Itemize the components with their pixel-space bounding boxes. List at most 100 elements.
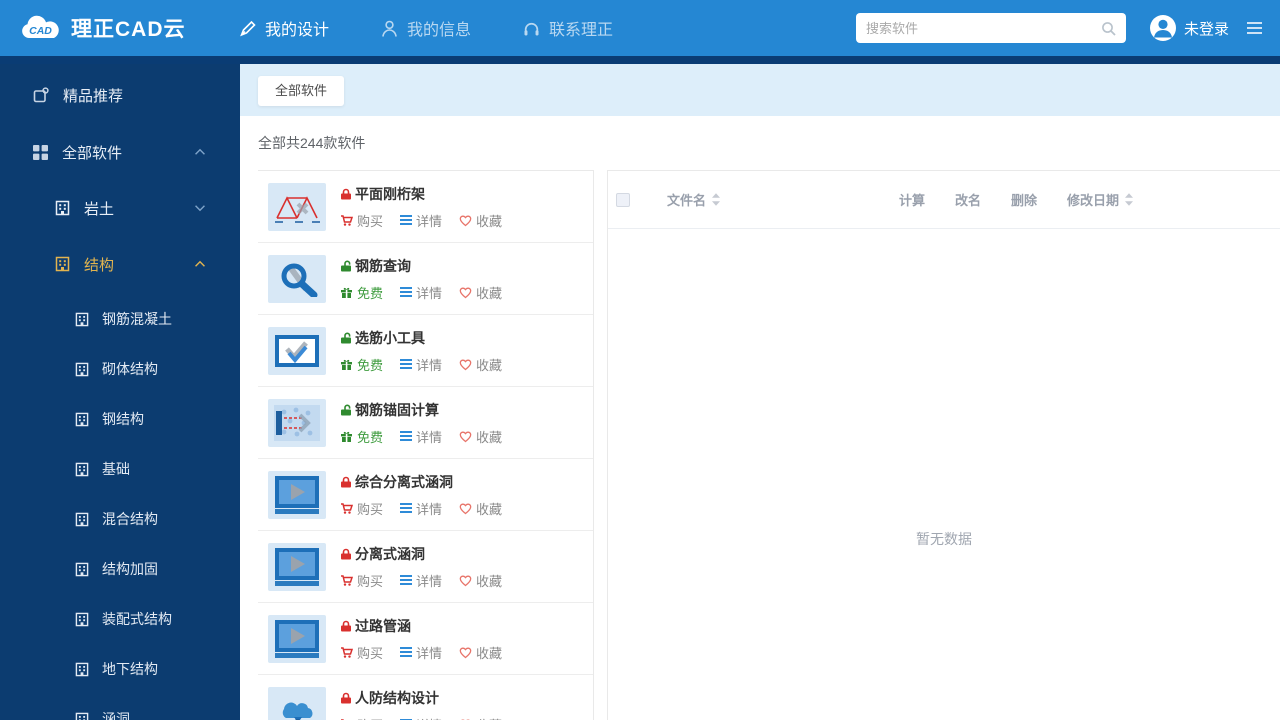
file-table: 文件名 计算 改名 删除 修改日期 暂无数据: [607, 170, 1280, 720]
avatar-person-icon: [1153, 19, 1172, 38]
sidebar-sub-masonry[interactable]: 砌体结构: [0, 344, 240, 394]
column-rename: 改名: [954, 193, 981, 208]
sidebar-sub-foundation[interactable]: 基础: [0, 444, 240, 494]
nav-my-designs[interactable]: 我的设计: [238, 16, 329, 40]
sidebar-category-geotech[interactable]: 岩土: [0, 186, 240, 230]
sidebar-sub-steel[interactable]: 钢结构: [0, 394, 240, 444]
sort-icon[interactable]: [1125, 193, 1133, 206]
cart-icon: [340, 647, 353, 658]
software-item-rebar-query[interactable]: 钢筋查询 免费 详情 收藏: [258, 243, 593, 315]
software-name: 人防结构设计: [355, 689, 439, 706]
tab-all-software[interactable]: 全部软件: [258, 76, 345, 106]
cloud-structure-icon: [282, 702, 313, 720]
buy-button[interactable]: 购买: [340, 499, 383, 518]
favorite-button[interactable]: 收藏: [459, 571, 502, 590]
free-button[interactable]: 免费: [340, 355, 383, 374]
detail-button[interactable]: 详情: [400, 355, 442, 374]
favorite-button[interactable]: 收藏: [459, 715, 502, 720]
lock-open-icon: [340, 331, 352, 344]
headset-icon: [523, 22, 540, 36]
building-icon: [75, 612, 89, 627]
sidebar-sub-label: 装配式结构: [102, 611, 172, 627]
detail-list-icon: [400, 431, 413, 441]
nav-label: 联系理正: [549, 22, 614, 39]
sidebar: 精品推荐 全部软件 岩土 结构 钢筋混凝土 砌体结构 钢结构 基础 混合结构 结…: [0, 64, 240, 720]
heart-icon: [459, 215, 472, 226]
software-item-plane-truss[interactable]: 平面刚桁架 购买 详情 收藏: [258, 171, 593, 243]
select-all-checkbox[interactable]: [616, 192, 630, 207]
sidebar-item-all-software[interactable]: 全部软件: [0, 130, 240, 174]
buy-button[interactable]: 购买: [340, 211, 383, 230]
gift-icon: [341, 431, 352, 442]
detail-button[interactable]: 详情: [400, 715, 442, 720]
detail-button[interactable]: 详情: [400, 499, 442, 518]
heart-icon: [459, 575, 472, 586]
cart-icon: [340, 575, 353, 586]
pen-icon: [240, 20, 256, 36]
app-logo[interactable]: CAD 理正CAD云: [0, 13, 230, 43]
building-icon: [75, 412, 89, 427]
software-thumbnail: [268, 614, 326, 663]
nav-my-info[interactable]: 我的信息: [381, 16, 471, 40]
software-item-pipe-culvert[interactable]: 过路管涵 购买 详情 收藏: [258, 603, 593, 675]
sidebar-sub-label: 地下结构: [102, 661, 158, 677]
sidebar-sub-label: 钢结构: [102, 411, 144, 427]
nav-contact[interactable]: 联系理正: [523, 16, 613, 40]
monitor-arrow-icon: [274, 475, 320, 514]
building-icon: [75, 462, 89, 477]
sidebar-sub-reinforcement[interactable]: 结构加固: [0, 544, 240, 594]
software-item-rebar-tool[interactable]: 选筋小工具 免费 详情 收藏: [258, 315, 593, 387]
free-button[interactable]: 免费: [340, 283, 383, 302]
detail-button[interactable]: 详情: [400, 283, 442, 302]
software-item-anchorage-calc[interactable]: 钢筋锚固计算 免费 详情 收藏: [258, 387, 593, 459]
detail-button[interactable]: 详情: [400, 571, 442, 590]
software-thumbnail: [268, 470, 326, 519]
lock-closed-icon: [340, 188, 352, 200]
column-modified-date[interactable]: 修改日期: [1067, 190, 1133, 209]
detail-button[interactable]: 详情: [400, 427, 442, 446]
favorite-button[interactable]: 收藏: [459, 427, 502, 446]
software-item-combined-culvert[interactable]: 综合分离式涵洞 购买 详情 收藏: [258, 459, 593, 531]
sidebar-sub-mixed[interactable]: 混合结构: [0, 494, 240, 544]
building-icon: [75, 562, 89, 577]
sidebar-sub-label: 砌体结构: [102, 361, 158, 377]
buy-button[interactable]: 购买: [340, 643, 383, 662]
sidebar-sub-underground[interactable]: 地下结构: [0, 644, 240, 694]
tab-strip: 全部软件: [240, 64, 1280, 116]
cart-icon: [340, 215, 353, 226]
favorite-button[interactable]: 收藏: [459, 355, 502, 374]
favorite-button[interactable]: 收藏: [459, 643, 502, 662]
avatar: [1149, 15, 1176, 41]
column-filename[interactable]: 文件名: [667, 190, 721, 209]
detail-button[interactable]: 详情: [400, 643, 442, 662]
search-box[interactable]: [855, 13, 1126, 43]
sidebar-sub-prefab[interactable]: 装配式结构: [0, 594, 240, 644]
search-input[interactable]: [865, 20, 1101, 36]
buy-button[interactable]: 购买: [340, 571, 383, 590]
software-thumbnail: [268, 326, 326, 375]
detail-list-icon: [400, 503, 413, 513]
software-item-civil-defense[interactable]: 人防结构设计 购买 详情 收藏: [258, 675, 593, 720]
login-status[interactable]: 未登录: [1149, 15, 1229, 41]
chevron-down-icon: [194, 204, 206, 212]
detail-button[interactable]: 详情: [400, 211, 442, 230]
sidebar-sub-culvert[interactable]: 涵洞: [0, 694, 240, 720]
detail-list-icon: [400, 215, 413, 225]
software-thumbnail: [268, 398, 326, 447]
nav-label: 我的设计: [265, 22, 330, 39]
favorite-button[interactable]: 收藏: [459, 499, 502, 518]
sort-icon[interactable]: [712, 193, 721, 206]
favorite-button[interactable]: 收藏: [459, 283, 502, 302]
favorite-button[interactable]: 收藏: [459, 211, 502, 230]
empty-state-text: 暂无数据: [916, 531, 972, 547]
buy-button[interactable]: 购买: [340, 715, 383, 720]
sidebar-item-featured[interactable]: 精品推荐: [0, 73, 240, 117]
hamburger-menu-icon[interactable]: [1247, 22, 1262, 34]
cloud-logo-icon: CAD: [22, 15, 59, 38]
search-icon[interactable]: [1101, 21, 1116, 36]
free-button[interactable]: 免费: [340, 427, 383, 446]
cart-icon: [340, 503, 353, 514]
sidebar-sub-reinforced-concrete[interactable]: 钢筋混凝土: [0, 294, 240, 344]
sidebar-category-structure[interactable]: 结构: [0, 242, 240, 286]
software-item-separate-culvert[interactable]: 分离式涵洞 购买 详情 收藏: [258, 531, 593, 603]
